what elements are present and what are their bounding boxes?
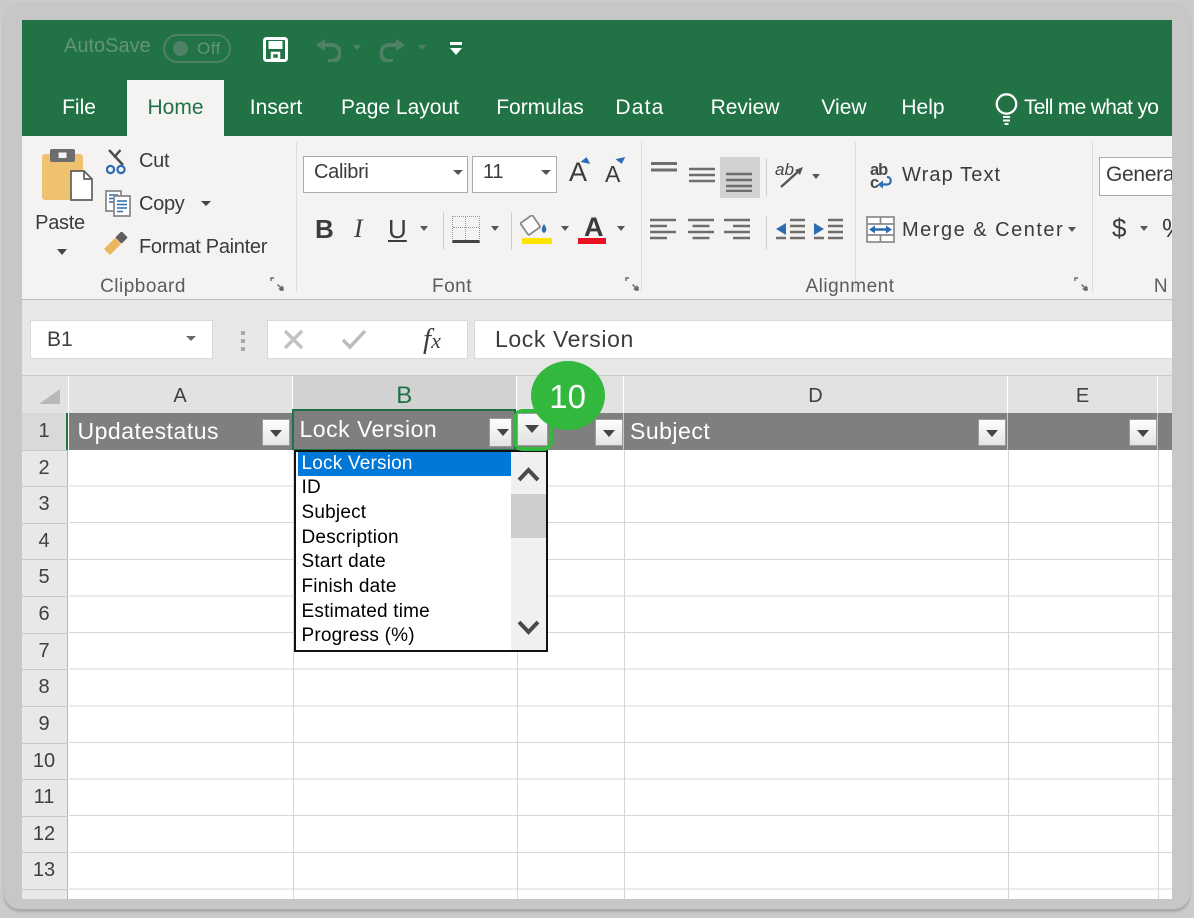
svg-text:ab: ab <box>775 160 794 179</box>
svg-text:c: c <box>870 174 879 190</box>
